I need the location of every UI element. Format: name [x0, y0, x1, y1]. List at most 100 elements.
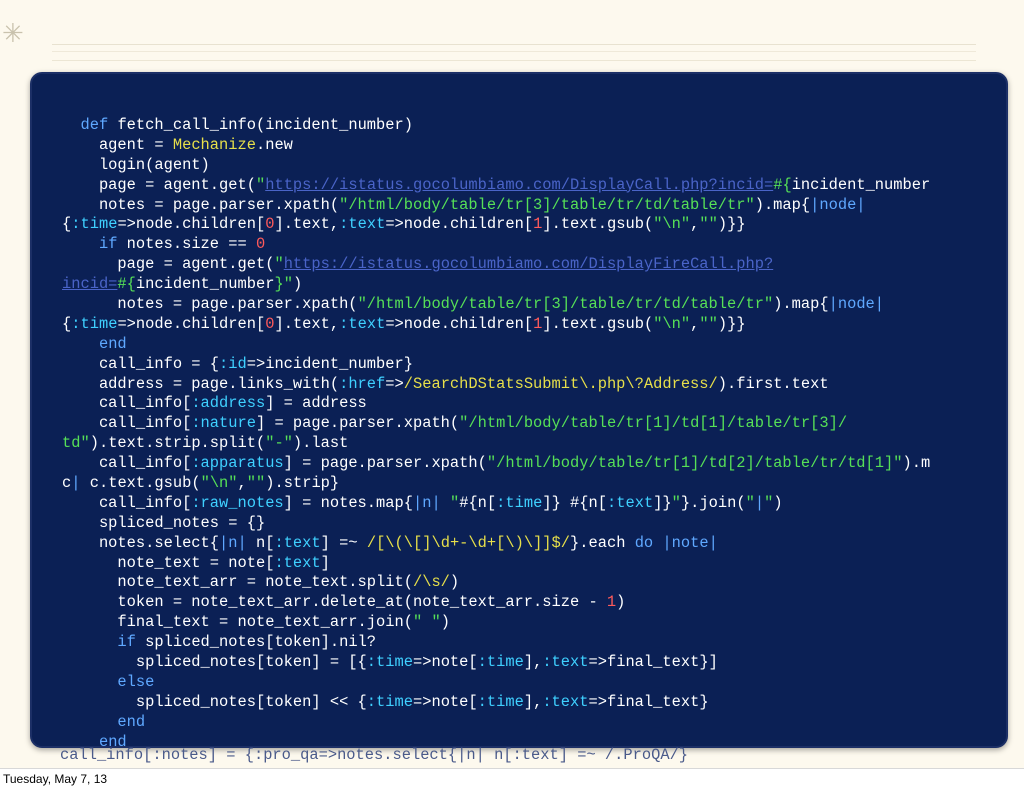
code-token: ): [449, 573, 460, 592]
code-token: :text: [542, 692, 589, 711]
code-line: spliced_notes = {}: [62, 513, 1006, 534]
code-token: ] = page.parser.xpath(: [255, 414, 460, 433]
code-token: else: [117, 672, 155, 691]
code-token: =>node.children[: [117, 215, 266, 234]
code-token: ],: [523, 653, 543, 672]
code-token: "\n": [653, 314, 691, 333]
code-token: )}}: [717, 215, 746, 234]
code-token: |: [754, 493, 765, 512]
code-token: "": [246, 474, 266, 493]
code-token: call_info = {: [62, 354, 220, 373]
code-token: :time: [366, 692, 413, 711]
code-token: :text: [607, 493, 654, 512]
code-token: ]} #{n[: [542, 493, 607, 512]
code-token: ] = address: [265, 394, 367, 413]
code-token: "/html/body/table/tr[1]/td[2]/table/tr/t…: [486, 454, 903, 473]
code-token: ": [671, 493, 681, 512]
code-token: }.each: [570, 533, 635, 552]
code-line: final_text = note_text_arr.join(" "): [62, 613, 1006, 633]
code-line: login(agent): [62, 156, 1006, 176]
code-token: =>incident_number}: [246, 354, 413, 373]
code-token: Mechanize: [172, 135, 256, 154]
code-token: incident_number: [791, 175, 931, 194]
code-token: =>: [385, 374, 404, 393]
code-token: :text: [339, 314, 386, 333]
code-token: spliced_notes[token].nil?: [135, 633, 377, 652]
code-token: fetch_call_info(incident_number): [108, 116, 413, 134]
code-token: ": [745, 493, 755, 512]
code-token: notes.size ==: [117, 235, 256, 254]
code-token: notes = page.parser.xpath(: [62, 295, 358, 314]
code-line: end: [62, 713, 1006, 733]
code-line: notes = page.parser.xpath("/html/body/ta…: [62, 295, 1006, 315]
code-token: ,: [690, 314, 700, 333]
code-token: {: [62, 314, 72, 333]
code-token: page = agent.get(: [62, 255, 275, 274]
code-token: :apparatus: [191, 454, 284, 473]
code-line: spliced_notes[token] << {:time=>note[:ti…: [62, 692, 1006, 713]
code-line: td").text.strip.split("-").last: [62, 434, 1006, 454]
code-line: agent = Mechanize.new: [62, 135, 1006, 156]
code-line: c| c.text.gsub("\n","").strip}: [62, 474, 1006, 494]
code-token: call_info[: [62, 493, 192, 512]
code-token: |n|: [219, 533, 247, 552]
code-token: :href: [339, 374, 386, 393]
code-token: ).strip}: [265, 474, 340, 493]
code-line: call_info[:nature] = page.parser.xpath("…: [62, 414, 1006, 434]
code-token: #{: [773, 175, 792, 194]
code-token: :time: [366, 653, 413, 672]
code-token: .new: [255, 135, 293, 154]
code-token: =>final_text}: [588, 692, 709, 711]
code-token: n[: [246, 533, 275, 552]
code-token: :raw_notes: [191, 493, 284, 512]
code-token: =>node.children[: [385, 215, 534, 234]
code-token: incident_number: [135, 275, 275, 294]
code-line: {:time=>node.children[0].text,:text=>nod…: [62, 215, 1006, 235]
code-token: note_text_arr = note_text.split(: [62, 573, 413, 592]
code-token: =>node.children[: [117, 314, 266, 333]
code-token: spliced_notes = {}: [62, 513, 266, 532]
code-token: |: [71, 474, 81, 493]
code-overflow-line: call_info[:notes] = {:pro_qa=>notes.sele…: [60, 746, 689, 764]
code-token: |n|: [412, 493, 441, 512]
code-token: def: [80, 116, 109, 134]
code-token: notes.select{: [62, 533, 220, 552]
paper-edge: [52, 44, 976, 52]
code-token: ).map{: [773, 295, 829, 314]
code-token: 0: [255, 235, 266, 254]
code-token: "/html/body/table/tr[3]/table/tr/td/tabl…: [339, 195, 755, 214]
code-token: end: [98, 334, 127, 353]
code-token: ): [440, 613, 450, 632]
code-token: do: [634, 533, 654, 552]
code-token: /[\(\[]\d+-\d+[\)\]]$/: [366, 533, 571, 552]
code-slide-panel: def fetch_call_info(incident_number) age…: [30, 72, 1008, 748]
code-token: ] =~: [320, 533, 367, 552]
code-token: ],: [523, 692, 543, 711]
code-token: |node|: [810, 195, 866, 214]
code-token: call_info[: [62, 414, 192, 433]
code-token: https://istatus.gocolumbiamo.com/Display…: [265, 175, 774, 194]
code-line: call_info[:apparatus] = page.parser.xpat…: [62, 454, 1006, 474]
code-token: :text: [274, 553, 321, 572]
code-token: =>note[: [412, 653, 478, 672]
code-token: :text: [274, 533, 321, 552]
code-token: {: [62, 215, 72, 234]
code-line: page = agent.get("https://istatus.gocolu…: [62, 175, 1006, 196]
code-line: call_info[:raw_notes] = notes.map{|n| "#…: [62, 493, 1006, 514]
code-token: if: [117, 633, 136, 652]
code-token: address = page.links_with(: [62, 374, 340, 393]
code-line: notes.select{|n| n[:text] =~ /[\(\[]\d+-…: [62, 533, 1006, 554]
code-token: }": [274, 275, 293, 294]
code-token: ": [449, 493, 460, 512]
code-token: note_text = note[: [62, 553, 275, 572]
code-token: :address: [191, 394, 266, 413]
code-token: 1: [606, 593, 617, 612]
footer-bar: Tuesday, May 7, 13: [0, 768, 1024, 789]
code-token: ).first.text: [717, 374, 829, 393]
code-token: :text: [339, 215, 386, 234]
code-token: "/html/body/table/tr[1]/td[1]/table/tr[3…: [459, 414, 848, 433]
code-token: :text: [542, 653, 589, 672]
